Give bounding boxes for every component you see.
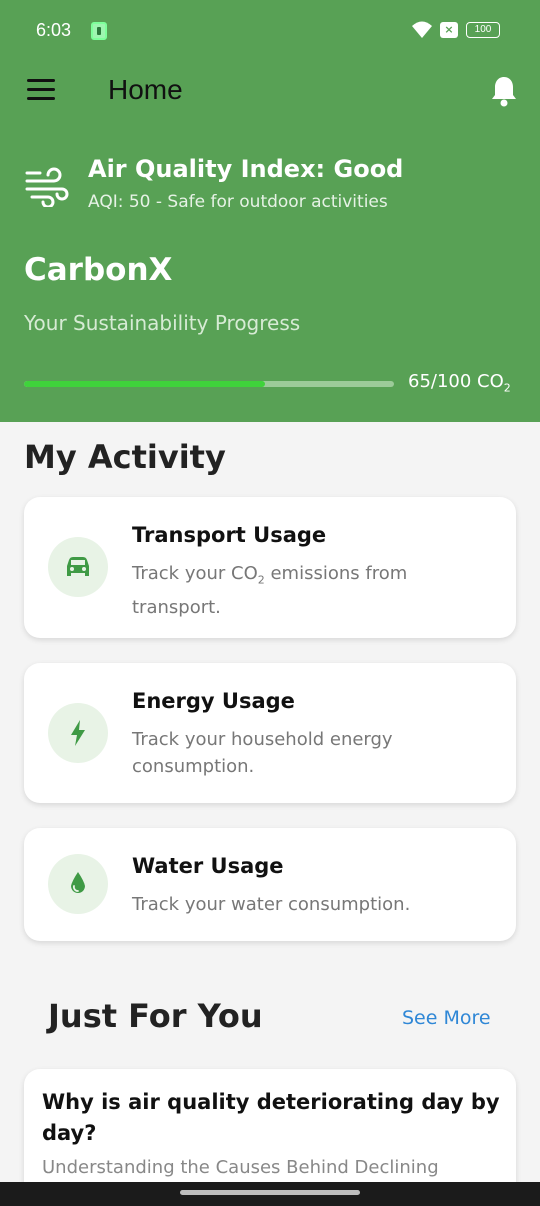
page-title: Home [108,74,183,105]
water-usage-card[interactable]: Water Usage Track your water consumption… [24,828,516,941]
water-drop-icon-circle [48,854,108,914]
just-for-you-title: Just For You [48,997,263,1035]
toolbar: Home [0,62,540,122]
card-title: Transport Usage [132,523,327,547]
my-activity-title: My Activity [24,438,226,476]
no-sim-icon: × [440,22,458,38]
status-bar: 6:03 × 100 [0,0,540,62]
brand-name: CarbonX [24,252,173,288]
article-title: Why is air quality deteriorating day by … [42,1090,500,1145]
card-description: Track your water consumption. [132,894,411,915]
transport-usage-card[interactable]: Transport Usage Track your CO2 emissions… [24,497,516,638]
card-description: Track your household energy consumption. [132,729,393,777]
app-notification-icon [91,22,107,40]
aqi-title: Air Quality Index: Good [88,155,404,183]
status-time: 6:03 [36,20,72,40]
article-subtitle: Understanding the Causes Behind Declinin… [42,1157,439,1178]
battery-icon: 100 [466,22,500,38]
progress-bar [24,381,394,387]
energy-usage-card[interactable]: Energy Usage Track your household energy… [24,663,516,803]
card-description: Track your CO2 emissions from transport. [132,563,408,618]
progress-fill [24,381,265,387]
card-title: Energy Usage [132,689,295,713]
water-drop-icon [71,872,85,893]
wind-icon [25,167,69,207]
menu-icon[interactable] [27,79,57,103]
lightning-icon-circle [48,703,108,763]
progress-value: 65/100 CO2 [408,371,511,395]
air-quality-banner: Air Quality Index: Good AQI: 50 - Safe f… [24,155,524,217]
car-icon-circle [48,537,108,597]
aqi-subtitle: AQI: 50 - Safe for outdoor activities [88,192,388,212]
home-gesture-handle[interactable] [180,1190,360,1195]
progress-label: Your Sustainability Progress [24,311,301,335]
lightning-icon [71,720,85,746]
wifi-icon [412,21,432,38]
card-title: Water Usage [132,854,284,878]
car-icon [67,557,89,576]
see-more-link[interactable]: See More [402,1007,491,1029]
bell-icon[interactable] [489,74,519,108]
header: 6:03 × 100 Home Air Quality Index: Good … [0,0,540,422]
system-navigation-bar [0,1182,540,1206]
